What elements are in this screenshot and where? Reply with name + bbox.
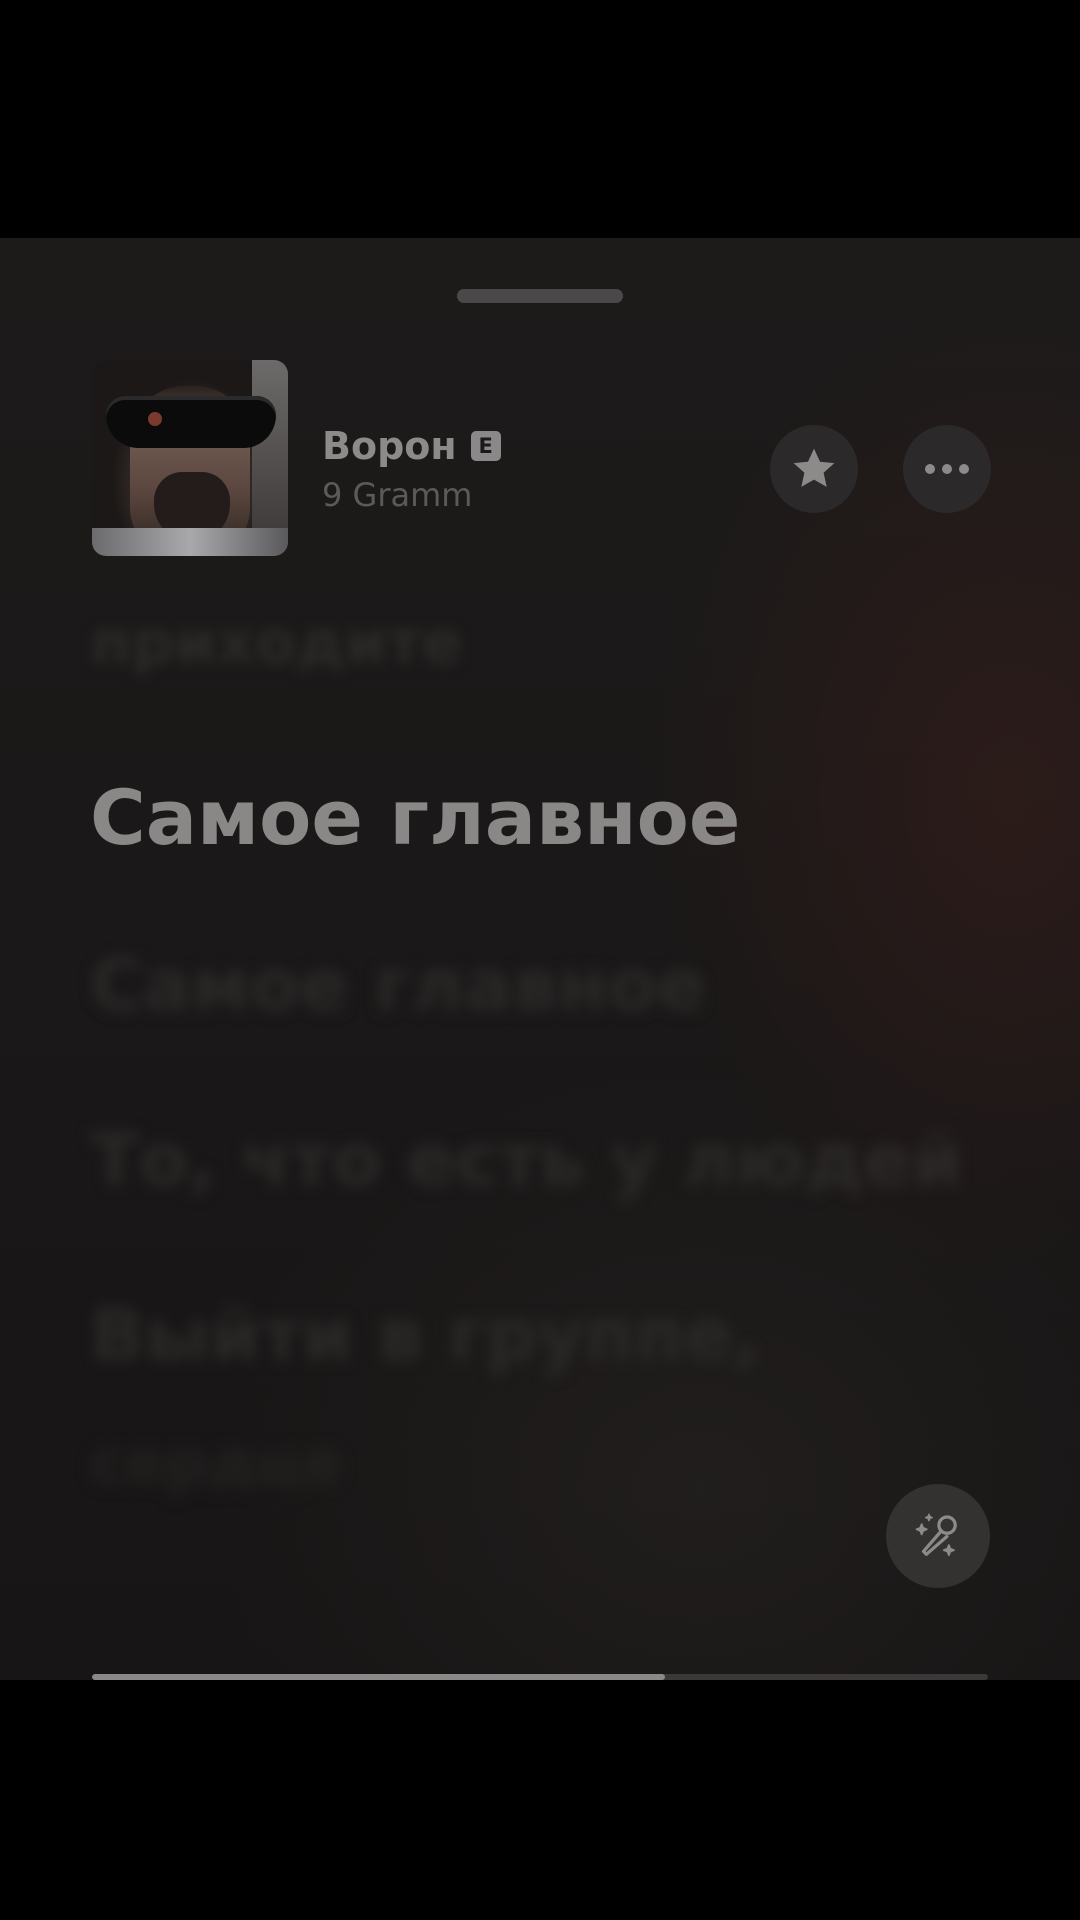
favorite-button[interactable] [770,425,858,513]
lyric-line-upcoming[interactable]: Самое главное [90,943,706,1027]
bottom-blank-area [0,1680,1080,1920]
explicit-badge: E [470,431,501,461]
artist-name[interactable]: 9 Gramm [322,475,472,515]
album-artwork[interactable] [92,360,288,556]
star-icon [793,448,835,487]
sing-along-button[interactable] [886,1484,990,1588]
ellipsis-icon [925,464,969,474]
microphone-sparkles-icon [915,1513,957,1557]
sheet-grabber-handle[interactable] [457,289,623,303]
lyric-line-previous[interactable]: приходите [90,608,462,678]
song-title: Ворон [322,424,457,468]
lyric-line-upcoming[interactable]: Выйти в группе, [90,1293,760,1377]
lyric-line-upcoming[interactable]: сердце [90,1428,343,1498]
status-bar-area [0,0,1080,238]
now-playing-lyrics-sheet: Ворон E 9 Gramm приходите Самое главное … [0,238,1080,1680]
lyric-line-upcoming[interactable]: То, что есть у людей [90,1118,963,1202]
song-title-row[interactable]: Ворон E [322,424,501,468]
more-options-button[interactable] [903,425,991,513]
screen: Ворон E 9 Gramm приходите Самое главное … [0,0,1080,1920]
lyric-line-current[interactable]: Самое главное [90,768,740,868]
